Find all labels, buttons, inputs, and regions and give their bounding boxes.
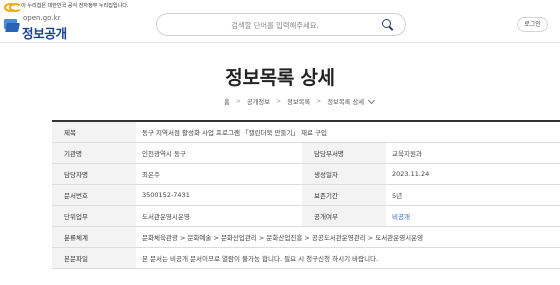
logo-name: 정보공개 <box>22 26 67 41</box>
breadcrumb-separator: > <box>235 97 241 105</box>
breadcrumb-current[interactable]: 정보목록 상세 <box>327 96 376 106</box>
table-row: 단위업무 도서관운영시운영 공개여부 비공개 <box>52 206 560 227</box>
detail-table: 제목 동구 지역서점 활성화 사업 프로그램 「캘린더북 만들기」 재료 구입 … <box>52 120 560 269</box>
breadcrumb-separator: > <box>276 97 282 105</box>
value-body: 본 문서는 비공개 문서이므로 열람이 불가능 합니다. 필요 시 청구신청 하… <box>142 255 379 263</box>
breadcrumb-level2[interactable]: 정보목록 <box>287 97 310 106</box>
label-agency: 기관명 <box>52 143 136 163</box>
search-input[interactable] <box>167 17 367 33</box>
value-disclosure: 비공개 <box>392 213 410 221</box>
table-row: 문서번호 3500152-7431 보존기간 5년 <box>52 185 560 206</box>
breadcrumb-home[interactable]: 홈 <box>224 97 230 106</box>
login-button[interactable]: 로그인 <box>517 17 548 32</box>
table-row: 분류체계 문화체육관광 > 문화예술 > 문화산업관리 > 문화산업진흥 > 공… <box>52 227 560 248</box>
logo-url: open.go.kr <box>23 14 61 22</box>
page-title: 정보목록 상세 <box>225 67 335 89</box>
label-manager: 담당자명 <box>52 164 136 184</box>
label-task: 단위업무 <box>52 206 136 226</box>
folder-logo-icon <box>4 19 20 32</box>
value-retention: 5년 <box>392 192 403 200</box>
breadcrumb-current-label: 정보목록 상세 <box>327 98 365 106</box>
gov-banner-text: 이 누리집은 대한민국 공식 전자정부 누리집입니다. <box>21 3 129 9</box>
site-logo[interactable]: open.go.kr 정보공개 <box>4 13 74 41</box>
table-row: 본문파일 본 문서는 비공개 문서이므로 열람이 불가능 합니다. 필요 시 청… <box>52 248 560 269</box>
label-body: 본문파일 <box>52 248 136 268</box>
value-title: 동구 지역서점 활성화 사업 프로그램 「캘린더북 만들기」 재료 구입 <box>142 129 328 137</box>
breadcrumb-separator: > <box>316 97 322 105</box>
gov-emblem-icon <box>4 2 22 12</box>
label-classification: 분류체계 <box>52 227 136 247</box>
search-box <box>156 13 406 36</box>
value-agency: 인천광역시 동구 <box>142 150 186 158</box>
value-doc-no: 3500152-7431 <box>142 191 190 199</box>
table-row: 담당자명 최은주 생성일자 2023.11.24 <box>52 164 560 185</box>
breadcrumb: 홈 > 공개정보 > 정보목록 > 정보목록 상세 <box>224 96 376 106</box>
value-classification: 문화체육관광 > 문화예술 > 문화산업관리 > 문화산업진흥 > 공공도서관운… <box>142 234 424 242</box>
table-row-title: 제목 동구 지역서점 활성화 사업 프로그램 「캘린더북 만들기」 재료 구입 <box>52 122 560 143</box>
value-manager: 최은주 <box>142 171 160 179</box>
label-retention: 보존기간 <box>302 185 386 205</box>
label-disclosure: 공개여부 <box>302 206 386 226</box>
table-row: 기관명 인천광역시 동구 담당부서명 교육지원과 <box>52 143 560 164</box>
label-created: 생성일자 <box>302 164 386 184</box>
value-dept: 교육지원과 <box>392 150 422 158</box>
site-header: open.go.kr 정보공개 로그인 <box>0 11 560 43</box>
value-created: 2023.11.24 <box>392 170 430 178</box>
chevron-down-icon <box>367 96 376 104</box>
value-task: 도서관운영시운영 <box>142 213 190 221</box>
label-doc-no: 문서번호 <box>52 185 136 205</box>
label-dept: 담당부서명 <box>302 143 386 163</box>
breadcrumb-level1[interactable]: 공개정보 <box>247 97 270 106</box>
search-icon[interactable] <box>382 19 394 31</box>
gov-banner: 이 누리집은 대한민국 공식 전자정부 누리집입니다. <box>0 0 560 12</box>
label-title: 제목 <box>52 122 136 142</box>
